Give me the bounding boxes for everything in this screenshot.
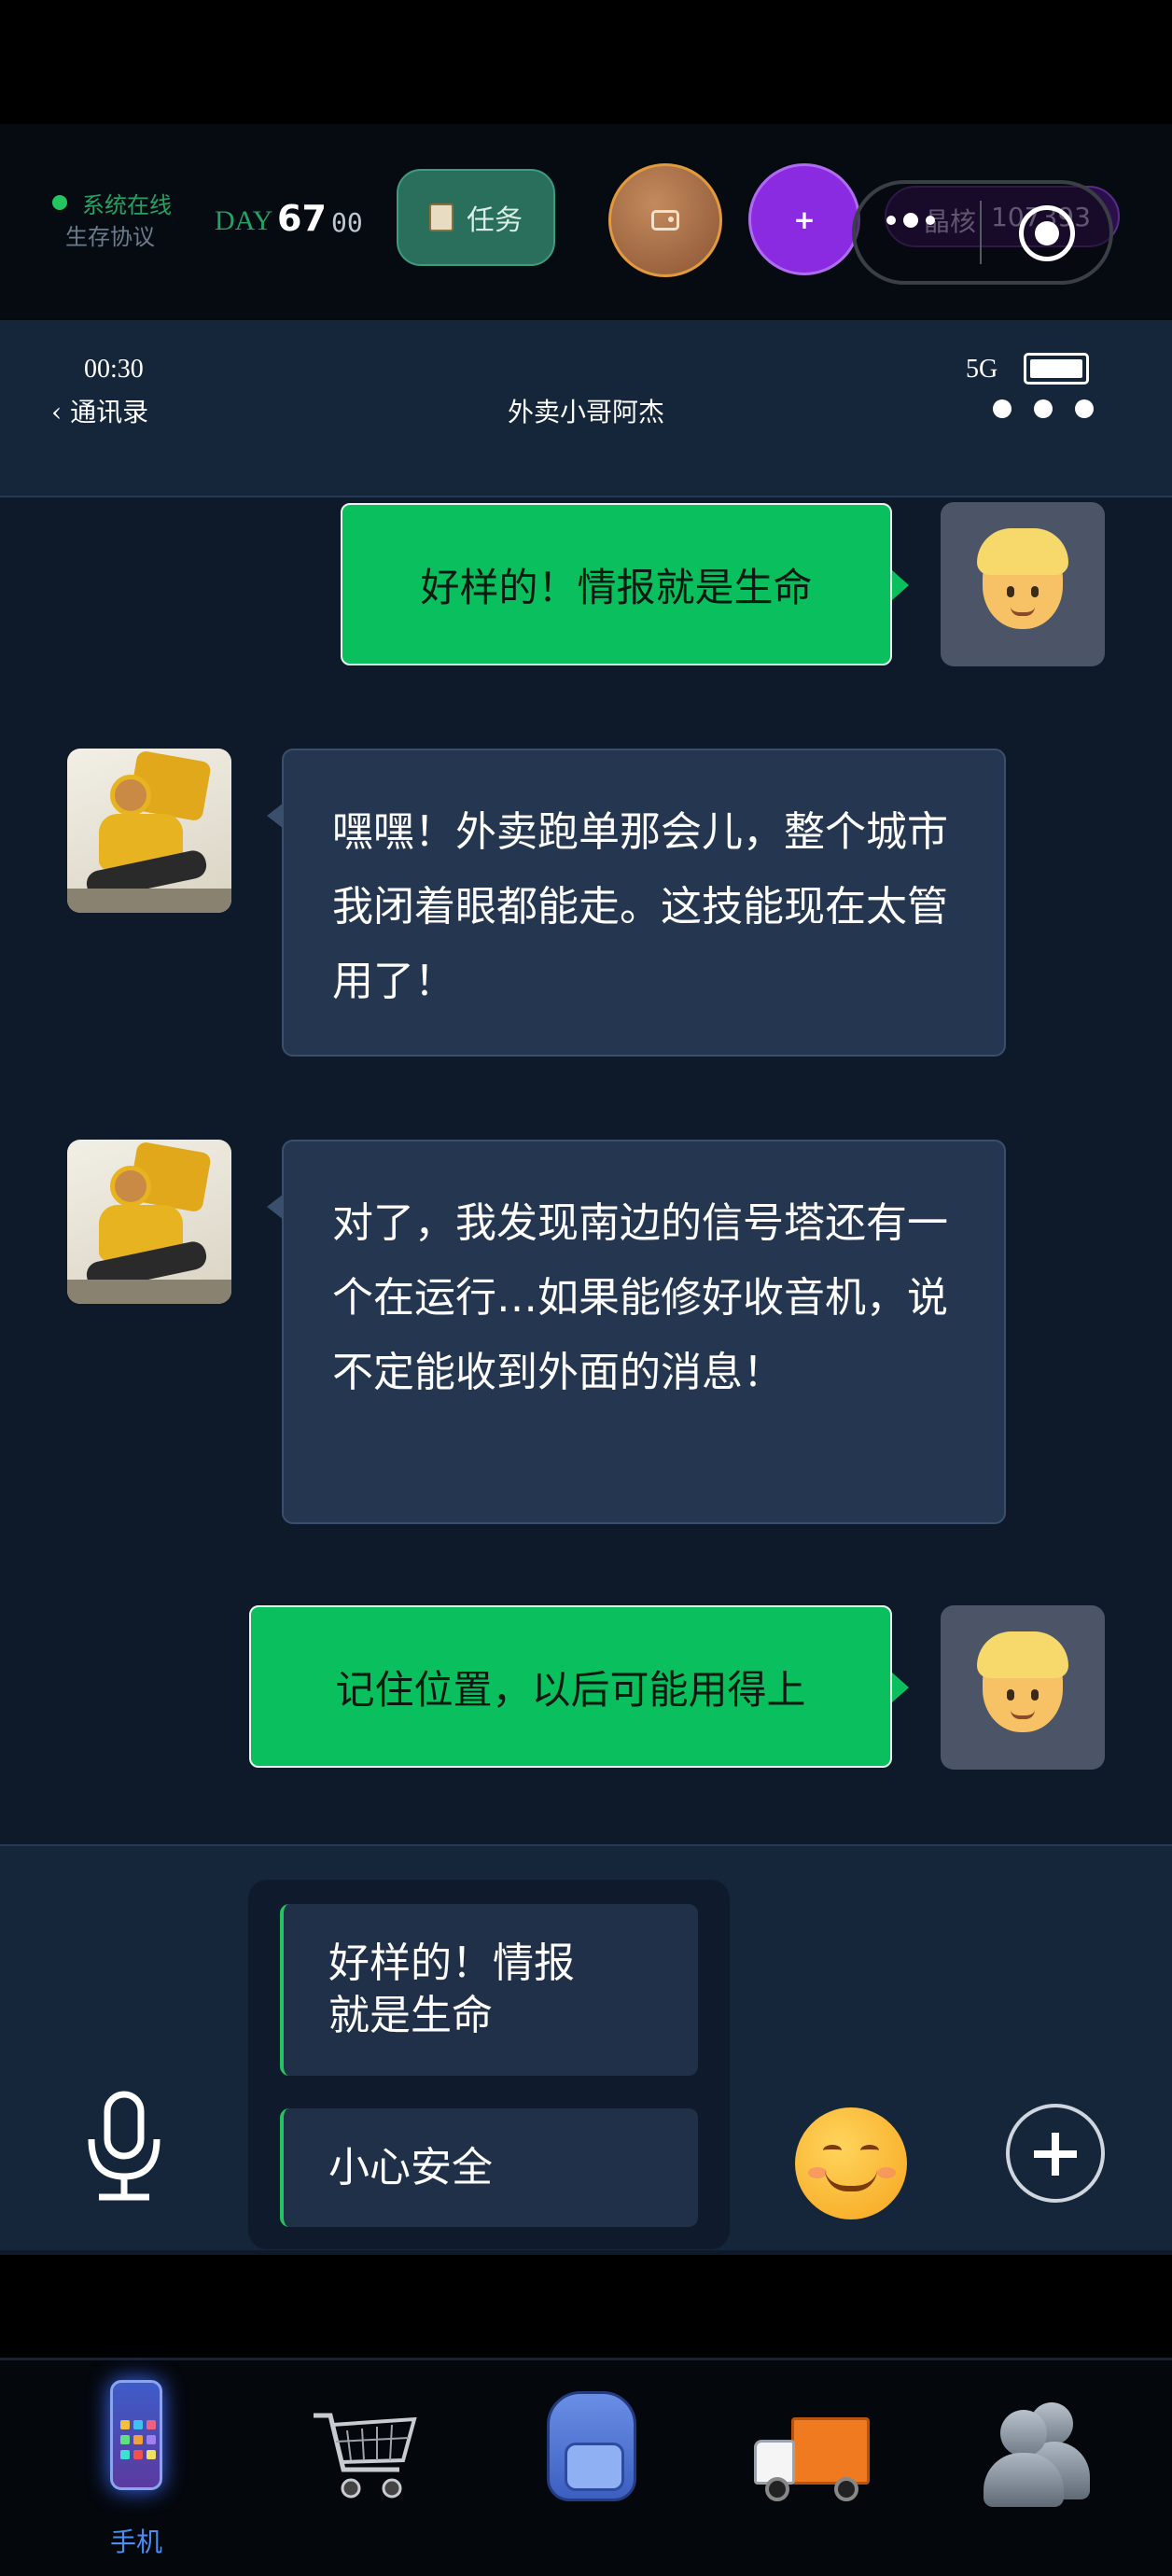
nav-item-shop[interactable] — [284, 2371, 433, 2557]
incoming-message: 嘿嘿！外卖跑单那会儿，整个城市我闭着眼都能走。这技能现在太管用了！ — [267, 749, 1006, 1057]
user-avatar[interactable] — [941, 1605, 1105, 1770]
day-number: 67 — [277, 198, 327, 239]
status-online-text: 系统在线 — [82, 192, 172, 218]
quick-reply-text: 好样的！情报就是生命 — [328, 1939, 575, 2039]
add-resource-button[interactable]: + — [748, 163, 860, 275]
radio-button[interactable] — [608, 163, 722, 277]
phone-time: 00:30 — [84, 355, 144, 384]
message-text: 嘿嘿！外卖跑单那会儿，整个城市我闭着眼都能走。这技能现在太管用了！ — [332, 808, 948, 1005]
close-miniprogram-icon[interactable] — [1019, 205, 1075, 261]
status-online-dot — [52, 195, 67, 210]
clipboard-icon — [429, 203, 453, 231]
emoji-button[interactable] — [795, 2107, 907, 2219]
phone-icon — [110, 2380, 162, 2490]
message-text: 好样的！情报就是生命 — [420, 564, 813, 610]
cart-icon — [314, 2413, 417, 2499]
task-button-label: 任务 — [467, 204, 523, 237]
battery-icon — [1024, 353, 1089, 385]
day-label: DAY — [215, 205, 273, 236]
radio-icon — [651, 210, 679, 231]
status-protocol-text: 生存协议 — [65, 224, 155, 250]
incoming-message: 对了，我发现南边的信号塔还有一个在运行…如果能修好收音机，说不定能收到外面的消息… — [267, 1140, 1006, 1524]
user-face-icon — [977, 528, 1068, 629]
more-options-icon[interactable] — [886, 213, 935, 228]
add-attachment-button[interactable] — [1006, 2104, 1105, 2203]
user-avatar[interactable] — [941, 502, 1105, 666]
quick-reply-text: 小心安全 — [328, 2143, 493, 2191]
outgoing-message: 好样的！情报就是生命 — [341, 503, 909, 665]
task-button[interactable]: 任务 — [397, 169, 555, 266]
outgoing-message: 记住位置，以后可能用得上 — [249, 1605, 909, 1768]
microphone-icon[interactable] — [82, 2091, 166, 2203]
nav-label-phone: 手机 — [109, 2527, 162, 2557]
network-indicator: 5G — [966, 355, 998, 384]
nav-item-backpack[interactable] — [509, 2371, 659, 2557]
message-text: 对了，我发现南边的信号塔还有一个在运行…如果能修好收音机，说不定能收到外面的消息… — [332, 1199, 948, 1396]
quick-reply-option[interactable]: 小心安全 — [280, 2108, 698, 2227]
npc-avatar[interactable] — [67, 749, 231, 913]
npc-avatar[interactable] — [67, 1140, 231, 1304]
capsule-divider — [980, 201, 982, 264]
nav-item-phone[interactable]: 手机 — [62, 2371, 211, 2557]
day-sub-counter: 00 — [331, 207, 363, 238]
chat-more-icon[interactable] — [993, 399, 1094, 418]
message-text: 记住位置，以后可能用得上 — [335, 1666, 806, 1713]
user-face-icon — [977, 1631, 1068, 1732]
backpack-icon — [547, 2391, 636, 2501]
nav-item-contacts[interactable] — [961, 2371, 1110, 2557]
quick-reply-option[interactable]: 好样的！情报就是生命 — [280, 1904, 698, 2076]
plus-label: + — [793, 203, 816, 235]
nav-item-delivery[interactable] — [737, 2371, 886, 2557]
